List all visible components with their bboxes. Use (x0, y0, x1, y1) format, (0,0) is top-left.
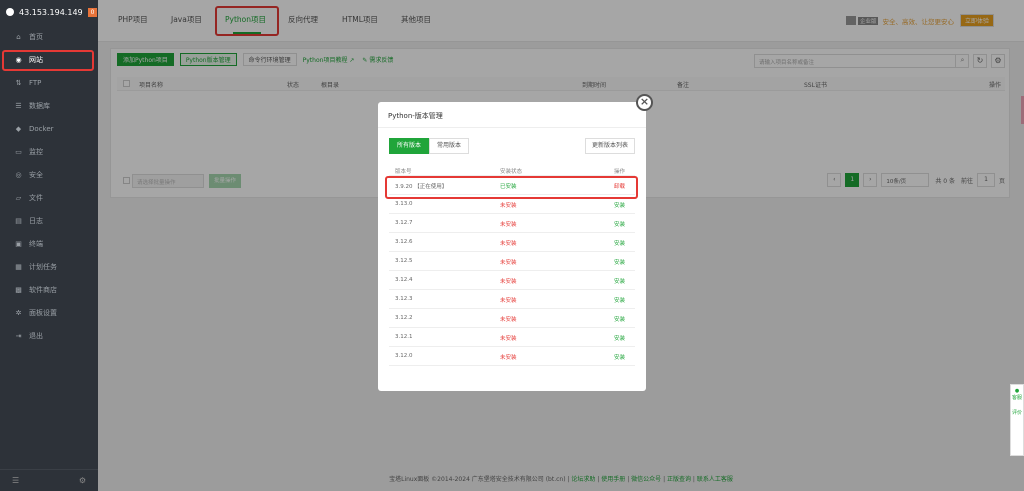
highlight-box-current-version (385, 176, 638, 199)
monitor-icon: ▭ (15, 148, 22, 156)
sidebar-item-label: 文件 (29, 194, 43, 202)
sidebar-item-label: 退出 (29, 332, 43, 340)
calendar-icon: ▦ (15, 263, 22, 271)
sidebar-item-0[interactable]: ⌂ 首页 (0, 26, 98, 48)
sidebar-item-label: 面板设置 (29, 309, 57, 317)
sidebar-item-11[interactable]: ▩ 软件商店 (0, 279, 98, 301)
version-row: 3.12.3 未安装 安装 (389, 290, 635, 309)
version-number: 3.12.5 (395, 258, 413, 264)
version-row: 3.12.4 未安装 安装 (389, 271, 635, 290)
sidebar-item-13[interactable]: ⇥ 退出 (0, 325, 98, 347)
sidebar-header: 43.153.194.149 0 (0, 0, 98, 24)
right-float-widget[interactable]: ● 客服 评价 (1010, 384, 1024, 456)
sidebar-item-9[interactable]: ▣ 终端 (0, 233, 98, 255)
gear-icon: ✲ (15, 309, 22, 317)
logout-icon: ⇥ (15, 332, 22, 340)
version-row: 3.12.5 未安装 安装 (389, 252, 635, 271)
install-button[interactable]: 安装 (614, 258, 625, 266)
version-number: 3.12.0 (395, 353, 413, 359)
install-button[interactable]: 安装 (614, 334, 625, 342)
sidebar-item-label: 软件商店 (29, 286, 57, 294)
sidebar-item-label: FTP (29, 79, 42, 87)
log-icon: ▤ (15, 217, 22, 225)
version-number: 3.12.6 (395, 239, 413, 245)
sidebar-item-label: 日志 (29, 217, 43, 225)
sidebar-item-label: 计划任务 (29, 263, 57, 271)
sidebar: 43.153.194.149 0 ⌂ 首页 ◉ 网站 ⇅ FTP ☰ 数据库 ◆ Docker ▭ 监… (0, 0, 98, 491)
ftp-icon: ⇅ (15, 79, 22, 87)
shield-icon: ◎ (15, 171, 22, 179)
version-table-header: 版本号 安装状态 操作 (389, 164, 635, 176)
version-row: 3.12.0 未安装 安装 (389, 347, 635, 366)
col-operation: 操作 (613, 169, 625, 175)
modal-title: Python-版本管理 (378, 102, 646, 128)
install-status: 未安装 (500, 298, 517, 304)
sidebar-item-label: 终端 (29, 240, 43, 248)
install-button[interactable]: 安装 (614, 220, 625, 228)
col-version: 版本号 (395, 169, 412, 175)
settings-icon[interactable]: ⚙ (79, 476, 86, 485)
database-icon: ☰ (15, 102, 22, 110)
version-number: 3.13.0 (395, 201, 413, 207)
docker-icon: ◆ (15, 125, 22, 133)
update-version-list-button[interactable]: 更新版本列表 (584, 138, 635, 154)
install-button[interactable]: 安装 (614, 353, 625, 361)
install-status: 未安装 (500, 222, 517, 228)
install-button[interactable]: 安装 (614, 296, 625, 304)
store-icon: ▩ (15, 286, 22, 294)
version-number: 3.12.4 (395, 277, 413, 283)
home-icon: ⌂ (16, 33, 21, 41)
sidebar-item-label: 监控 (29, 148, 43, 156)
terminal-icon: ▣ (15, 240, 22, 248)
install-status: 未安装 (500, 355, 517, 361)
notification-badge[interactable]: 0 (87, 7, 98, 17)
sidebar-item-4[interactable]: ◆ Docker (0, 118, 98, 140)
install-status: 未安装 (500, 317, 517, 323)
col-install-status: 安装状态 (500, 169, 523, 175)
sidebar-item-10[interactable]: ▦ 计划任务 (0, 256, 98, 278)
sidebar-item-label: 数据库 (29, 102, 50, 110)
sidebar-item-label: 安全 (29, 171, 43, 179)
install-status: 未安装 (500, 260, 517, 266)
version-row: 3.12.6 未安装 安装 (389, 233, 635, 252)
version-row: 3.12.2 未安装 安装 (389, 309, 635, 328)
install-button[interactable]: 安装 (614, 239, 625, 247)
close-icon[interactable]: × (636, 94, 653, 111)
logo-icon (6, 8, 14, 16)
install-status: 未安装 (500, 241, 517, 247)
install-status: 未安装 (500, 203, 517, 209)
menu-toggle-icon[interactable]: ☰ (12, 476, 19, 485)
version-number: 3.12.7 (395, 220, 413, 226)
version-number: 3.12.1 (395, 334, 413, 340)
sidebar-item-12[interactable]: ✲ 面板设置 (0, 302, 98, 324)
install-button[interactable]: 安装 (614, 277, 625, 285)
sidebar-item-label: Docker (29, 125, 54, 133)
sidebar-item-2[interactable]: ⇅ FTP (0, 72, 98, 94)
feedback-rating-label: 评价 (1011, 410, 1022, 416)
install-button[interactable]: 安装 (614, 315, 625, 323)
version-tabs: 所有版本 常用版本 (389, 138, 470, 154)
tab-common-versions[interactable]: 常用版本 (429, 138, 470, 154)
sidebar-item-8[interactable]: ▤ 日志 (0, 210, 98, 232)
python-version-modal: Python-版本管理 所有版本 常用版本 更新版本列表 版本号 安装状态 操作… (378, 102, 646, 391)
sidebar-item-5[interactable]: ▭ 监控 (0, 141, 98, 163)
sidebar-item-label: 首页 (29, 33, 43, 41)
version-number: 3.12.3 (395, 296, 413, 302)
sidebar-item-6[interactable]: ◎ 安全 (0, 164, 98, 186)
install-status: 未安装 (500, 279, 517, 285)
folder-icon: ▱ (15, 194, 22, 202)
version-row: 3.12.1 未安装 安装 (389, 328, 635, 347)
tab-all-versions[interactable]: 所有版本 (389, 138, 430, 154)
sidebar-item-7[interactable]: ▱ 文件 (0, 187, 98, 209)
server-ip: 43.153.194.149 (19, 7, 83, 17)
install-button[interactable]: 安装 (614, 201, 625, 209)
sidebar-item-3[interactable]: ☰ 数据库 (0, 95, 98, 117)
customer-service-label: 客服 (1011, 395, 1022, 401)
highlight-box-website (2, 50, 94, 71)
sidebar-footer: ☰ ⚙ (0, 469, 98, 491)
version-row: 3.12.7 未安装 安装 (389, 214, 635, 233)
install-status: 未安装 (500, 336, 517, 342)
version-number: 3.12.2 (395, 315, 413, 321)
